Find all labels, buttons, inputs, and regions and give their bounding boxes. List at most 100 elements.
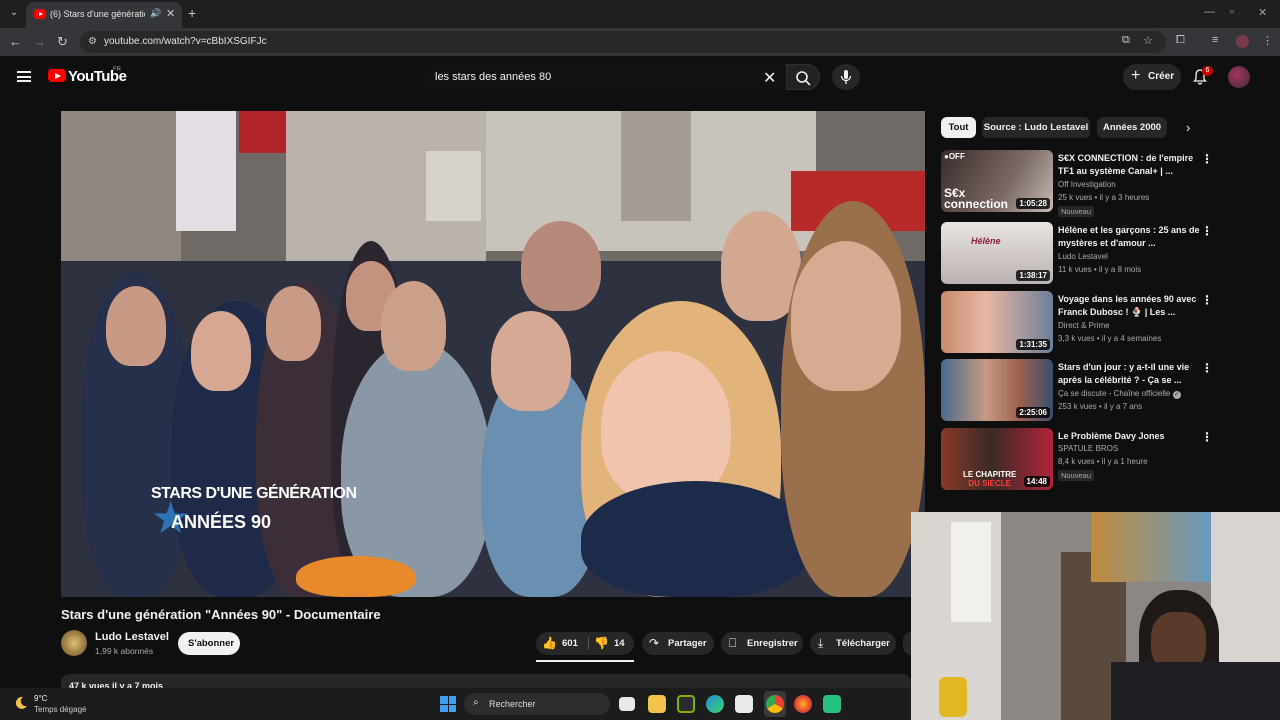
more-options-icon[interactable]: ⋮ xyxy=(1201,430,1213,444)
youtube-favicon-icon xyxy=(34,9,46,19)
chip-source[interactable]: Source : Ludo Lestavel xyxy=(982,117,1090,138)
share-arrow-icon: ↷ xyxy=(649,636,660,650)
search-icon: ⌕ xyxy=(473,697,479,708)
video-thumbnail[interactable]: ●OFF S€x connection 1:05:28 xyxy=(941,150,1053,212)
channel-avatar[interactable] xyxy=(61,630,87,656)
recommendation-item[interactable]: 2:25:06 Stars d'un jour : y a-t-il une v… xyxy=(941,359,1213,421)
weather-description[interactable]: Temps dégagé xyxy=(34,705,86,714)
tab-search-button[interactable]: ⌄ xyxy=(6,5,22,21)
task-view-icon[interactable] xyxy=(619,697,635,711)
reading-list-icon[interactable]: ≡ xyxy=(1212,34,1218,46)
extensions-icon[interactable]: ⧠ xyxy=(1176,34,1185,47)
webcam-overlay xyxy=(911,512,1280,720)
taskbar-search[interactable]: ⌕ Rechercher xyxy=(464,693,610,715)
discord-icon[interactable] xyxy=(823,695,841,713)
more-options-icon[interactable]: ⋮ xyxy=(1201,293,1213,307)
new-tab-button[interactable]: + xyxy=(188,5,196,21)
recommendation-title[interactable]: Stars d'un jour : y a-t-il une vie après… xyxy=(1058,361,1206,387)
profile-avatar[interactable] xyxy=(1236,35,1249,48)
face xyxy=(521,221,601,311)
more-actions-button[interactable] xyxy=(903,632,911,655)
install-icon[interactable]: ⧉ xyxy=(1122,34,1130,47)
blue-jacket xyxy=(581,481,811,597)
weather-temperature[interactable]: 9°C xyxy=(34,694,47,703)
create-button[interactable]: + Créer xyxy=(1123,64,1181,90)
video-thumbnail[interactable]: 2:25:06 xyxy=(941,359,1053,421)
recommendation-title[interactable]: Le Problème Davy Jones xyxy=(1058,430,1206,443)
recommendation-meta: 8,4 k vues • il y a 1 heure xyxy=(1058,457,1148,466)
video-thumbnail[interactable]: LE CHAPITRE DU SIÈCLE 14:48 xyxy=(941,428,1053,490)
recommendation-item[interactable]: 1:31:35 Voyage dans les années 90 avec F… xyxy=(941,291,1213,353)
video-thumbnail[interactable]: 1:31:35 xyxy=(941,291,1053,353)
more-options-icon[interactable]: ⋮ xyxy=(1201,361,1213,375)
recommendation-channel[interactable]: SPATULE BROS xyxy=(1058,444,1118,453)
thumb-caption: LE CHAPITRE DU SIÈCLE xyxy=(963,470,1017,488)
chip-all[interactable]: Tout xyxy=(941,117,976,138)
download-button[interactable]: ⤓ Télécharger xyxy=(810,632,896,655)
bookmark-star-icon[interactable]: ☆ xyxy=(1143,34,1153,47)
save-button[interactable]: ⎕ Enregistrer xyxy=(721,632,803,655)
create-label: Créer xyxy=(1148,71,1175,82)
moon-weather-icon[interactable] xyxy=(13,695,29,711)
more-options-icon[interactable]: ⋮ xyxy=(1201,152,1213,166)
search-query[interactable]: les stars des années 80 xyxy=(435,71,551,83)
recommendation-channel[interactable]: Ça se discute - Chaîne officielle ✓ xyxy=(1058,389,1181,399)
chrome-icon[interactable] xyxy=(766,695,784,713)
site-info-icon[interactable]: ⚙ xyxy=(88,36,97,47)
recommendation-item[interactable]: LE CHAPITRE DU SIÈCLE 14:48 Le Problème D… xyxy=(941,428,1213,490)
search-button[interactable] xyxy=(786,64,820,90)
recommendation-title[interactable]: Hélène et les garçons : 25 ans de mystèr… xyxy=(1058,224,1206,250)
microphone-icon xyxy=(840,70,852,84)
windows-start-icon[interactable] xyxy=(440,696,456,712)
thumbs-up-icon[interactable]: 👍 xyxy=(542,636,557,650)
file-explorer-icon[interactable] xyxy=(648,695,666,713)
subscribe-button[interactable]: S'abonner xyxy=(178,632,240,655)
address-bar[interactable]: ⚙ youtube.com/watch?v=cBbIXSGIFJc xyxy=(80,31,1166,53)
overlay-title-line1: STARS D'UNE GÉNÉRATION xyxy=(151,485,357,502)
chevron-right-icon[interactable]: › xyxy=(1186,120,1190,135)
back-icon[interactable]: ← xyxy=(9,34,22,49)
nvidia-icon[interactable] xyxy=(677,695,695,713)
close-tab-icon[interactable]: ✕ xyxy=(166,7,175,20)
recommendation-item[interactable]: Hélène 1:38:17 Hélène et les garçons : 2… xyxy=(941,222,1213,284)
search-input[interactable]: les stars des années 80 ✕ xyxy=(424,64,786,90)
share-button[interactable]: ↷ Partager xyxy=(642,632,714,655)
chip-annees-2000[interactable]: Années 2000 xyxy=(1097,117,1167,138)
recommendation-title[interactable]: Voyage dans les années 90 avec Franck Du… xyxy=(1058,293,1206,319)
thumb-caption: Hélène xyxy=(971,236,1001,246)
maximize-icon[interactable]: ▫ xyxy=(1230,6,1234,18)
clear-search-icon[interactable]: ✕ xyxy=(763,68,776,88)
country-code: FR xyxy=(113,67,121,73)
thumbs-down-icon[interactable]: 👎 xyxy=(594,636,609,650)
url-text[interactable]: youtube.com/watch?v=cBbIXSGIFJc xyxy=(104,36,267,47)
recommendation-channel[interactable]: Ludo Lestavel xyxy=(1058,252,1108,261)
taskbar-search-placeholder: Rechercher xyxy=(489,699,536,709)
recommendation-title[interactable]: S€X CONNECTION : de l'empire TF1 au syst… xyxy=(1058,152,1206,178)
edge-icon[interactable] xyxy=(706,695,724,713)
channel-name[interactable]: Ludo Lestavel xyxy=(95,631,169,643)
like-count[interactable]: 601 xyxy=(562,638,578,649)
video-player[interactable]: ★ STARS D'UNE GÉNÉRATION ANNÉES 90 xyxy=(61,111,925,597)
recommendation-item[interactable]: ●OFF S€x connection 1:05:28 S€X CONNECTIO… xyxy=(941,150,1213,217)
notification-badge: 6 xyxy=(1202,66,1213,76)
browser-menu-icon[interactable]: ⋮ xyxy=(1262,34,1273,47)
browser-tab-active[interactable]: (6) Stars d'une génération "A 🔊 ✕ xyxy=(26,2,182,28)
more-options-icon[interactable]: ⋮ xyxy=(1201,224,1213,238)
recommendation-channel[interactable]: Direct & Prime xyxy=(1058,321,1110,330)
reload-icon[interactable]: ↻ xyxy=(57,34,68,50)
close-window-icon[interactable]: ✕ xyxy=(1258,6,1267,19)
dislike-count[interactable]: 14 xyxy=(614,638,625,649)
sky xyxy=(176,111,236,231)
account-avatar[interactable] xyxy=(1228,66,1250,88)
video-thumbnail[interactable]: Hélène 1:38:17 xyxy=(941,222,1053,284)
firefox-icon[interactable] xyxy=(794,695,812,713)
forward-icon[interactable]: → xyxy=(33,34,46,49)
youtube-logo-icon[interactable] xyxy=(48,69,66,82)
voice-search-button[interactable] xyxy=(832,64,860,90)
store-icon[interactable] xyxy=(735,695,753,713)
duration-badge: 1:31:35 xyxy=(1016,339,1050,350)
recommendation-channel[interactable]: Off Investigation xyxy=(1058,180,1116,189)
minimize-icon[interactable]: — xyxy=(1204,6,1215,18)
menu-icon[interactable] xyxy=(17,71,31,82)
speaker-icon[interactable]: 🔊 xyxy=(150,8,161,19)
